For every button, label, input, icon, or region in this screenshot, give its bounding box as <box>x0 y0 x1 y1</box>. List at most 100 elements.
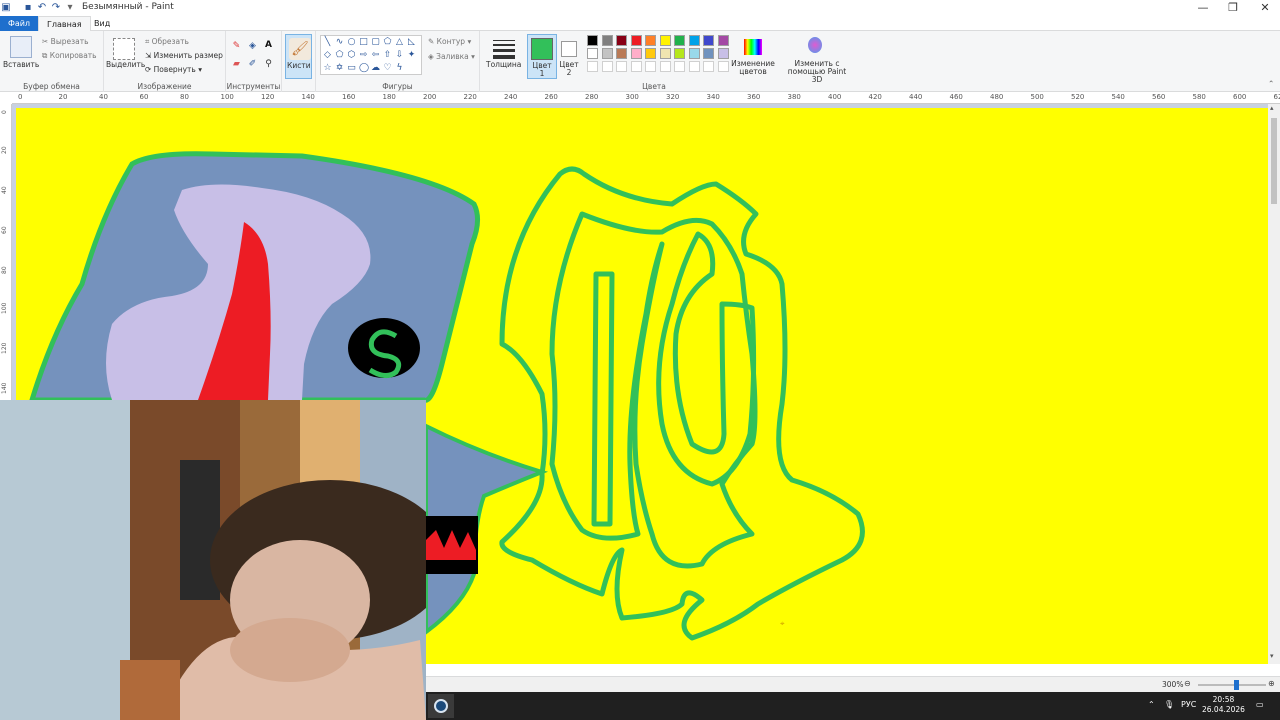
shapes-gallery[interactable]: ╲ ∿ ○ □ ▢ ⬠ △ ◺ ◇ ⬠ ⬡ ⇨ ⇦ ⇧ ⇩ ✦ ☆ ✡ ▭ ◯ … <box>320 35 422 75</box>
zoom-out-icon[interactable]: ⊖ <box>1184 679 1191 688</box>
zoom-slider[interactable] <box>1198 680 1266 690</box>
color1-button[interactable]: Цвет 1 <box>527 34 557 79</box>
callout-shape-icon[interactable]: ▭ <box>347 64 356 73</box>
notifications-icon[interactable]: ▭ <box>1256 700 1264 709</box>
palette-swatch[interactable] <box>674 48 685 59</box>
text-icon[interactable]: A <box>264 41 273 50</box>
close-button[interactable]: ✕ <box>1250 0 1280 16</box>
diamond-shape-icon[interactable]: ◇ <box>323 51 332 60</box>
crop-button[interactable]: ⌗ Обрезать <box>145 37 189 47</box>
paste-button[interactable]: Вставить <box>3 60 39 69</box>
microphone-icon[interactable]: 🎙 <box>1164 700 1174 709</box>
palette-swatch[interactable] <box>688 48 700 59</box>
outline-button[interactable]: ✎ Контур ▾ <box>428 37 471 46</box>
palette-swatch[interactable] <box>659 35 671 46</box>
custom-color-slot[interactable] <box>674 61 685 72</box>
six-point-star-shape-icon[interactable]: ✡ <box>335 64 344 73</box>
tab-view[interactable]: Вид <box>86 16 118 31</box>
copy-button[interactable]: ⧉ Копировать <box>42 51 97 61</box>
polygon-shape-icon[interactable]: ⬠ <box>383 38 392 47</box>
select-icon[interactable] <box>113 38 135 60</box>
palette-swatch[interactable] <box>674 35 685 46</box>
minimize-button[interactable]: — <box>1188 0 1218 16</box>
left-arrow-shape-icon[interactable]: ⇦ <box>371 51 380 60</box>
quick-access-dropdown-icon[interactable]: ▾ <box>64 2 76 14</box>
edit-colors-button[interactable]: Изменение цветов <box>730 60 776 76</box>
right-arrow-shape-icon[interactable]: ⇨ <box>359 51 368 60</box>
zoom-slider-thumb[interactable] <box>1234 680 1239 690</box>
language-indicator[interactable]: РУС <box>1181 700 1196 709</box>
custom-color-slot[interactable] <box>630 61 642 72</box>
edit-colors-icon[interactable] <box>744 39 762 55</box>
paste-icon[interactable] <box>10 36 32 58</box>
palette-swatch[interactable] <box>587 35 598 46</box>
palette-swatch[interactable] <box>616 35 627 46</box>
ribbon-collapse-icon[interactable]: ⌃ <box>1268 79 1274 88</box>
color2-button[interactable]: Цвет 2 <box>558 34 584 79</box>
heart-shape-icon[interactable]: ♡ <box>383 64 392 73</box>
custom-color-slot[interactable] <box>616 61 627 72</box>
custom-color-slot[interactable] <box>601 61 613 72</box>
clock[interactable]: 20:58 26.04.2026 <box>1202 695 1245 715</box>
palette-swatch[interactable] <box>717 35 729 46</box>
four-point-star-shape-icon[interactable]: ✦ <box>407 51 416 60</box>
tab-home[interactable]: Главная <box>38 16 91 31</box>
rectangle-shape-icon[interactable]: □ <box>359 38 368 47</box>
scrollbar-thumb[interactable] <box>1271 118 1277 204</box>
lightning-shape-icon[interactable]: ϟ <box>395 64 404 73</box>
palette-swatch[interactable] <box>630 35 642 46</box>
pentagon-shape-icon[interactable]: ⬠ <box>335 51 344 60</box>
save-icon[interactable]: ▪ <box>22 2 34 14</box>
triangle-shape-icon[interactable]: △ <box>395 38 404 47</box>
paint3d-icon[interactable] <box>808 37 822 53</box>
pencil-icon[interactable]: ✎ <box>232 42 241 51</box>
select-button[interactable]: Выделить <box>106 60 145 69</box>
steam-taskbar-icon[interactable] <box>428 694 454 718</box>
palette-swatch[interactable] <box>703 35 714 46</box>
custom-color-slot[interactable] <box>688 61 700 72</box>
scroll-up-icon[interactable]: ▴ <box>1270 104 1274 112</box>
scroll-down-icon[interactable]: ▾ <box>1270 652 1274 660</box>
five-point-star-shape-icon[interactable]: ☆ <box>323 64 332 73</box>
cut-button[interactable]: ✂ Вырезать <box>42 37 89 46</box>
palette-swatch[interactable] <box>717 48 729 59</box>
palette-swatch[interactable] <box>601 35 613 46</box>
resize-button[interactable]: ⇲ Изменить размер <box>145 51 223 60</box>
tray-up-arrow-icon[interactable]: ⌃ <box>1148 700 1155 709</box>
size-button[interactable]: Толщина <box>486 60 521 69</box>
tab-file[interactable]: Файл <box>0 16 38 31</box>
palette-swatch[interactable] <box>616 48 627 59</box>
rounded-rectangle-shape-icon[interactable]: ▢ <box>371 38 380 47</box>
custom-color-slot[interactable] <box>717 61 729 72</box>
line-thickness-icon[interactable] <box>493 40 515 59</box>
magnifier-icon[interactable]: ⚲ <box>264 60 273 69</box>
up-arrow-shape-icon[interactable]: ⇧ <box>383 51 392 60</box>
custom-color-slot[interactable] <box>703 61 714 72</box>
palette-swatch[interactable] <box>645 48 656 59</box>
palette-swatch[interactable] <box>645 35 656 46</box>
vertical-scrollbar[interactable]: ▴ ▾ <box>1268 104 1280 664</box>
fill-icon[interactable]: ◈ <box>248 42 257 51</box>
custom-color-slot[interactable] <box>645 61 656 72</box>
color-picker-icon[interactable]: ✐ <box>248 60 257 69</box>
fill-button[interactable]: ◈ Заливка ▾ <box>428 52 475 61</box>
palette-swatch[interactable] <box>601 48 613 59</box>
eraser-icon[interactable]: ▰ <box>232 60 241 69</box>
curve-shape-icon[interactable]: ∿ <box>335 38 344 47</box>
zoom-in-icon[interactable]: ⊕ <box>1268 679 1275 688</box>
maximize-button[interactable]: ❐ <box>1218 0 1248 16</box>
cloud-callout-shape-icon[interactable]: ☁ <box>371 64 380 73</box>
redo-icon[interactable]: ↷ <box>50 2 62 14</box>
rotate-button[interactable]: ⟳ Повернуть ▾ <box>145 65 202 74</box>
palette-swatch[interactable] <box>587 48 598 59</box>
down-arrow-shape-icon[interactable]: ⇩ <box>395 51 404 60</box>
oval-shape-icon[interactable]: ○ <box>347 38 356 47</box>
line-shape-icon[interactable]: ╲ <box>323 38 332 47</box>
custom-color-slot[interactable] <box>587 61 598 72</box>
right-triangle-shape-icon[interactable]: ◺ <box>407 38 416 47</box>
custom-color-slot[interactable] <box>659 61 671 72</box>
palette-swatch[interactable] <box>659 48 671 59</box>
brushes-button[interactable]: 🖌 Кисти <box>285 34 312 79</box>
oval-callout-shape-icon[interactable]: ◯ <box>359 64 369 73</box>
palette-swatch[interactable] <box>630 48 642 59</box>
